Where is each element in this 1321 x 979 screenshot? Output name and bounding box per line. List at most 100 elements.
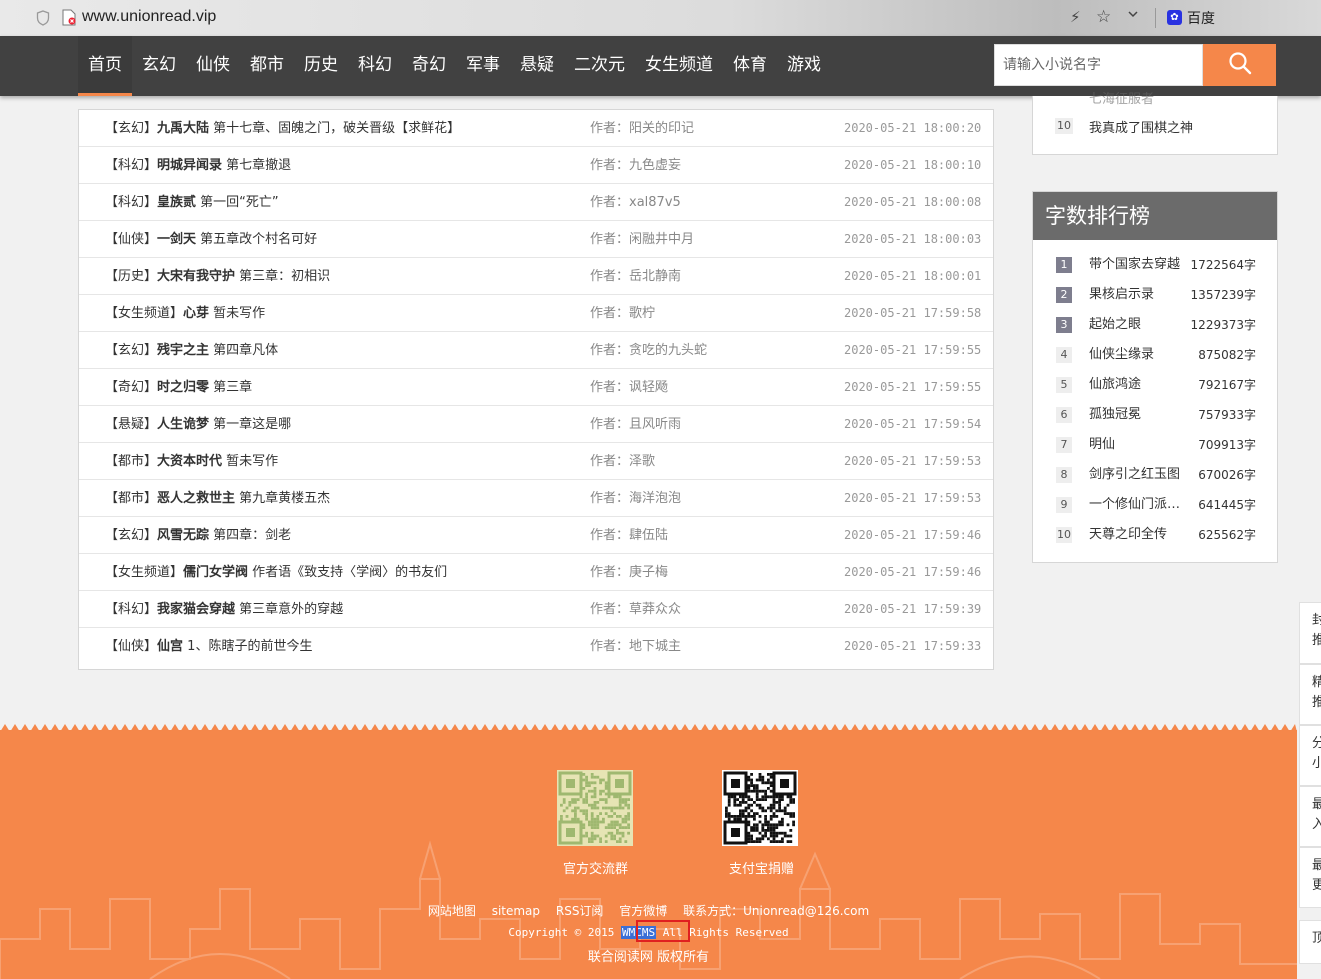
row-category[interactable]: 【女生频道】 [105,565,183,580]
row-book-title[interactable]: 大宋有我守护 [157,269,235,284]
row-chapter[interactable]: 第一回“死亡” [200,195,278,210]
row-chapter[interactable]: 作者语《致支持〈学阀〉的书友们 [252,565,447,580]
rank-book-title[interactable]: 天尊之印全传 [1089,520,1167,550]
list-item[interactable]: 1 带个国家去穿越 1722564字 [1033,250,1277,280]
nav-item-xuanyi[interactable]: 悬疑 [510,36,564,96]
row-author[interactable]: 作者：肆伍陆 [590,517,668,554]
qq-group-label[interactable]: 官方交流群 [563,858,628,877]
row-chapter[interactable]: 第九章黄楼五杰 [239,491,330,506]
row-author[interactable]: 作者：海洋泡泡 [590,480,681,517]
list-item[interactable]: 8 剑序引之红玉图 670026字 [1033,460,1277,490]
row-book-title[interactable]: 明城异闻录 [157,158,222,173]
nav-item-kehuan[interactable]: 科幻 [348,36,402,96]
row-chapter[interactable]: 第七章撤退 [226,158,291,173]
row-category[interactable]: 【悬疑】 [105,417,157,432]
side-tab-4[interactable]: 最入 [1299,786,1321,847]
list-item[interactable]: 3 起始之眼 1229373字 [1033,310,1277,340]
row-category[interactable]: 【玄幻】 [105,343,157,358]
row-chapter[interactable]: 第三章意外的穿越 [239,602,343,617]
list-item[interactable]: 9 一个修仙门派的… 641445字 [1033,490,1277,520]
footer-link-rss[interactable]: RSS订阅 [556,904,604,918]
rank-book-title[interactable]: 明仙 [1089,430,1115,460]
list-item[interactable]: 6 孤独冠冕 757933字 [1033,400,1277,430]
nav-item-xuanhuan[interactable]: 玄幻 [132,36,186,96]
row-author[interactable]: 作者：地下城主 [590,628,681,665]
footer-link-sitemap[interactable]: sitemap [492,904,540,918]
row-chapter[interactable]: 暂未写作 [213,306,265,321]
nav-item-nvsheng[interactable]: 女生频道 [635,36,723,96]
row-category[interactable]: 【女生频道】 [105,306,183,321]
back-to-top-tab[interactable]: 顶 [1299,920,1321,964]
shield-icon[interactable] [36,10,50,26]
row-book-title[interactable]: 仙宫 [157,639,183,654]
row-category[interactable]: 【仙侠】 [105,232,157,247]
search-input[interactable]: 请输入小说名字 [994,44,1203,86]
star-icon[interactable]: ☆ [1096,7,1111,27]
row-author[interactable]: 作者：草莽众众 [590,591,681,628]
row-chapter[interactable]: 第四章凡体 [213,343,278,358]
address-bar-url[interactable]: www.unionread.vip [82,8,216,26]
row-author[interactable]: 作者：九色虚妄 [590,147,681,184]
rank-book-title[interactable]: 起始之眼 [1089,310,1141,340]
rank-book-title[interactable]: 剑序引之红玉图 [1089,460,1180,490]
row-chapter[interactable]: 第三章：初相识 [239,269,330,284]
list-item[interactable]: 5 仙旅鸿途 792167字 [1033,370,1277,400]
row-category[interactable]: 【历史】 [105,269,157,284]
row-category[interactable]: 【奇幻】 [105,380,157,395]
row-chapter[interactable]: 第十七章、固魄之门，破关晋级【求鲜花】 [213,121,460,136]
row-book-title[interactable]: 恶人之救世主 [157,491,235,506]
row-category[interactable]: 【科幻】 [105,158,157,173]
row-author[interactable]: 作者：讽轻飏 [590,369,668,406]
rank-book-title[interactable]: 我真成了围棋之神 [1089,117,1193,136]
nav-item-tiyu[interactable]: 体育 [723,36,777,96]
row-category[interactable]: 【玄幻】 [105,528,157,543]
row-author[interactable]: 作者：闲融井中月 [590,221,694,258]
footer-link-weibo[interactable]: 官方微博 [619,904,667,918]
row-book-title[interactable]: 九禹大陆 [157,121,209,136]
nav-item-lishi[interactable]: 历史 [294,36,348,96]
list-item[interactable]: 4 仙侠尘缘录 875082字 [1033,340,1277,370]
nav-item-qihuan[interactable]: 奇幻 [402,36,456,96]
side-tab-1[interactable]: 封推 [1299,602,1321,664]
rank-book-title[interactable]: 仙侠尘缘录 [1089,340,1154,370]
row-author[interactable]: 作者：xal87v5 [590,184,681,221]
row-category[interactable]: 【都市】 [105,491,157,506]
row-chapter[interactable]: 暂未写作 [226,454,278,469]
side-tab-5[interactable]: 最更 [1299,847,1321,908]
row-book-title[interactable]: 儒门女学阀 [183,565,248,580]
row-chapter[interactable]: 第四章：剑老 [213,528,291,543]
nav-item-erciyuan[interactable]: 二次元 [564,36,635,96]
rank-book-title[interactable]: 仙旅鸿途 [1089,370,1141,400]
row-category[interactable]: 【科幻】 [105,195,157,210]
row-book-title[interactable]: 时之归零 [157,380,209,395]
footer-link-sitemap-cn[interactable]: 网站地图 [428,904,476,918]
row-book-title[interactable]: 大资本时代 [157,454,222,469]
row-book-title[interactable]: 皇族贰 [157,195,196,210]
footer-contact[interactable]: 联系方式：Unionread@126.com [683,904,869,918]
row-author[interactable]: 作者：阳关的印记 [590,110,694,147]
baidu-paw-icon[interactable]: ✿ [1167,10,1182,25]
row-book-title[interactable]: 残宇之主 [157,343,209,358]
rank-book-title[interactable]: 果核启示录 [1089,280,1154,310]
doc-warning-icon[interactable] [62,9,76,26]
chevron-down-icon[interactable] [1127,8,1139,24]
nav-item-junshi[interactable]: 军事 [456,36,510,96]
rank-book-title[interactable]: 孤独冠冕 [1089,400,1141,430]
row-book-title[interactable]: 风雪无踪 [157,528,209,543]
rank-book-title[interactable]: 一个修仙门派的… [1089,490,1189,520]
row-author[interactable]: 作者：岳北静南 [590,258,681,295]
alipay-donate-label[interactable]: 支付宝捐赠 [729,858,794,877]
row-author[interactable]: 作者：歌柠 [590,295,655,332]
list-item[interactable]: 10 天尊之印全传 625562字 [1033,520,1277,550]
row-book-title[interactable]: 人生诡梦 [157,417,209,432]
nav-item-home[interactable]: 首页 [78,36,132,96]
nav-item-xianxia[interactable]: 仙侠 [186,36,240,96]
row-author[interactable]: 作者：庚子梅 [590,554,668,591]
rank-book-title[interactable]: 带个国家去穿越 [1089,250,1180,280]
row-author[interactable]: 作者：且风听雨 [590,406,681,443]
row-category[interactable]: 【都市】 [105,454,157,469]
row-chapter[interactable]: 第三章 [213,380,252,395]
row-author[interactable]: 作者：贪吃的九头蛇 [590,332,707,369]
nav-item-dushi[interactable]: 都市 [240,36,294,96]
list-item[interactable]: 2 果核启示录 1357239字 [1033,280,1277,310]
